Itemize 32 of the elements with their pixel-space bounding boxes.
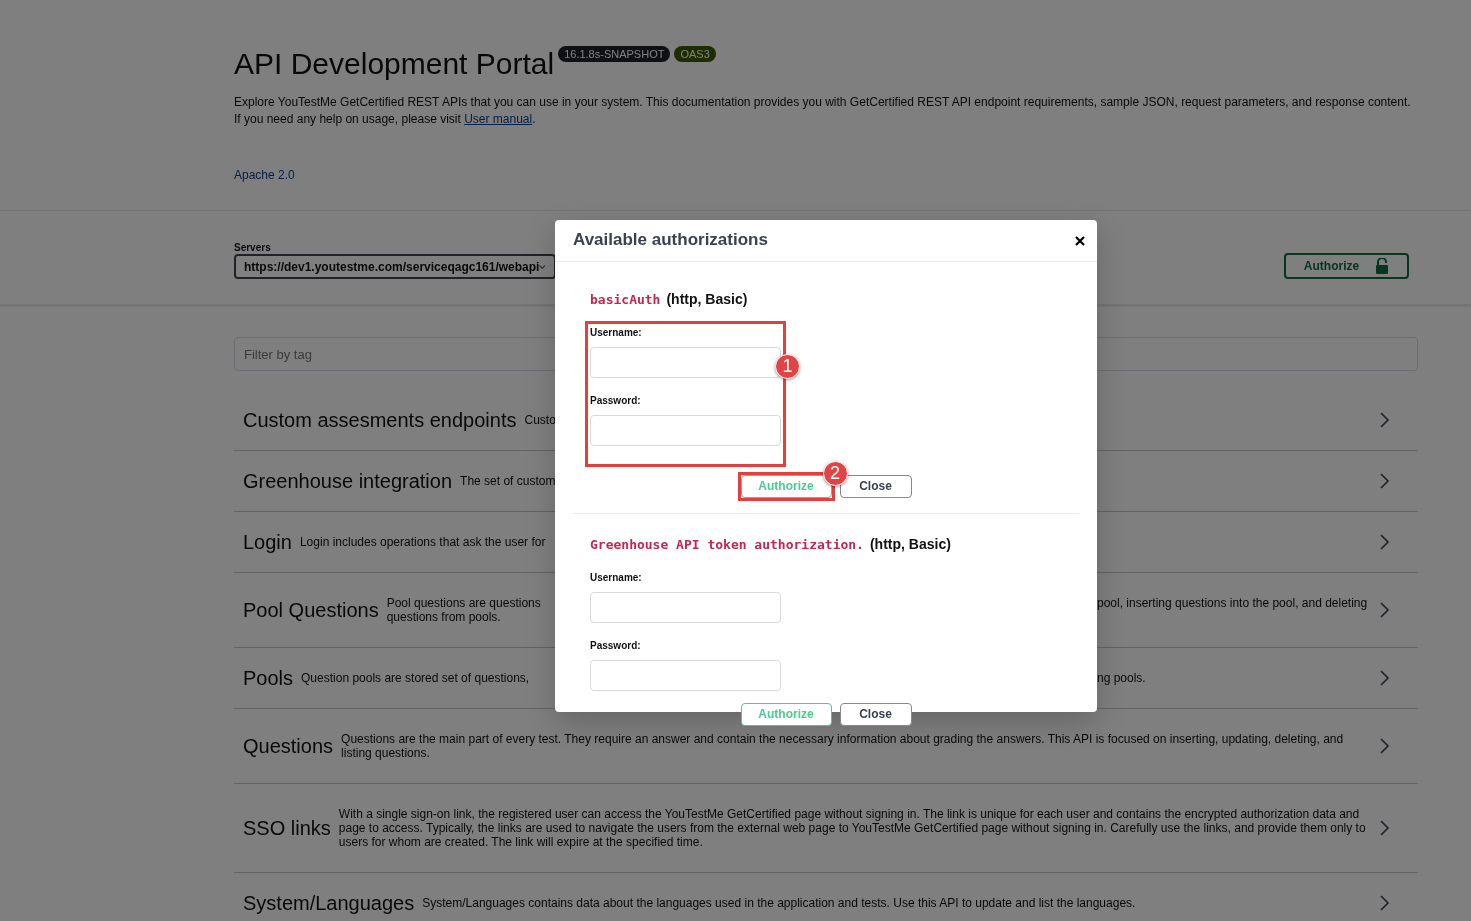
step-badge: 1 bbox=[775, 353, 800, 379]
tag-name: Custom assesments endpoints bbox=[243, 408, 517, 433]
tag-description: Pool questions are questions questions from pools. bbox=[386, 596, 541, 624]
scheme-heading: basicAuth (http, Basic) bbox=[590, 291, 749, 308]
field-label: Password: bbox=[590, 639, 642, 652]
tag-description: Question pools are stored set of questions, bbox=[301, 671, 530, 685]
tag-description: System/Languages contains data about the languages used in the application and tests. Use this API to update and list the languages. bbox=[422, 896, 1136, 910]
tag-name: System/Languages bbox=[243, 891, 415, 916]
modal-title: Available authorizations bbox=[573, 230, 768, 251]
servers-label: Servers bbox=[234, 242, 272, 254]
tag-description: Questions are the main part of every test. They require an answer and contain the necessary information about grading the answers. This API is focused on inserting, updating, deleting, and listing questions. bbox=[341, 732, 1345, 760]
scheme-heading: Greenhouse API token authorization. (http, Basic) bbox=[590, 535, 952, 553]
tag-description: ng pools. bbox=[1097, 671, 1147, 685]
tag-description: pool, inserting questions into the pool, and deleting bbox=[1097, 596, 1369, 612]
tag-name: Questions bbox=[243, 734, 334, 759]
field-label: Password: bbox=[590, 394, 642, 407]
tag-description: The set of custom bbox=[460, 474, 556, 488]
spec-badge: OAS3 bbox=[674, 46, 716, 63]
tag-name: Pools bbox=[243, 666, 294, 691]
field-label: Username: bbox=[590, 326, 643, 339]
tag-name: Login bbox=[243, 530, 292, 555]
tag-description: With a single sign-on link, the registered user can access the YouTestMe GetCertified page without signing in. The link is unique for each user and contains the encrypted authorization data and page to access. Typically, the links are used to navigate the users from the external web page to YouTestMe GetCertified page without signing in. Carefully use the links, and provide them only to users for whom are created. The link will expire at the specified time. bbox=[338, 807, 1367, 849]
tag-name: Greenhouse integration bbox=[243, 469, 453, 494]
dropdown-value: https://dev1.youtestme.com/serviceqagc161/webapi bbox=[244, 258, 540, 276]
tag-name: SSO links bbox=[243, 816, 331, 841]
tag-description: Custo bbox=[524, 413, 556, 427]
tag-description: Login includes operations that ask the user for bbox=[299, 535, 546, 549]
page-title: API Development Portal bbox=[234, 46, 555, 82]
description-text: Explore YouTestMe GetCertified REST APIs that you can use in your system. This documentation provides you with GetCertified REST API endpoint requirements, sample JSON, request parameters, and response content. If you need any help on usage, please visit User manual. bbox=[234, 94, 1412, 128]
tag-name: Pool Questions bbox=[243, 598, 379, 623]
version-badge: 16.1.8s-SNAPSHOT bbox=[558, 46, 671, 63]
field-label: Username: bbox=[590, 571, 643, 584]
